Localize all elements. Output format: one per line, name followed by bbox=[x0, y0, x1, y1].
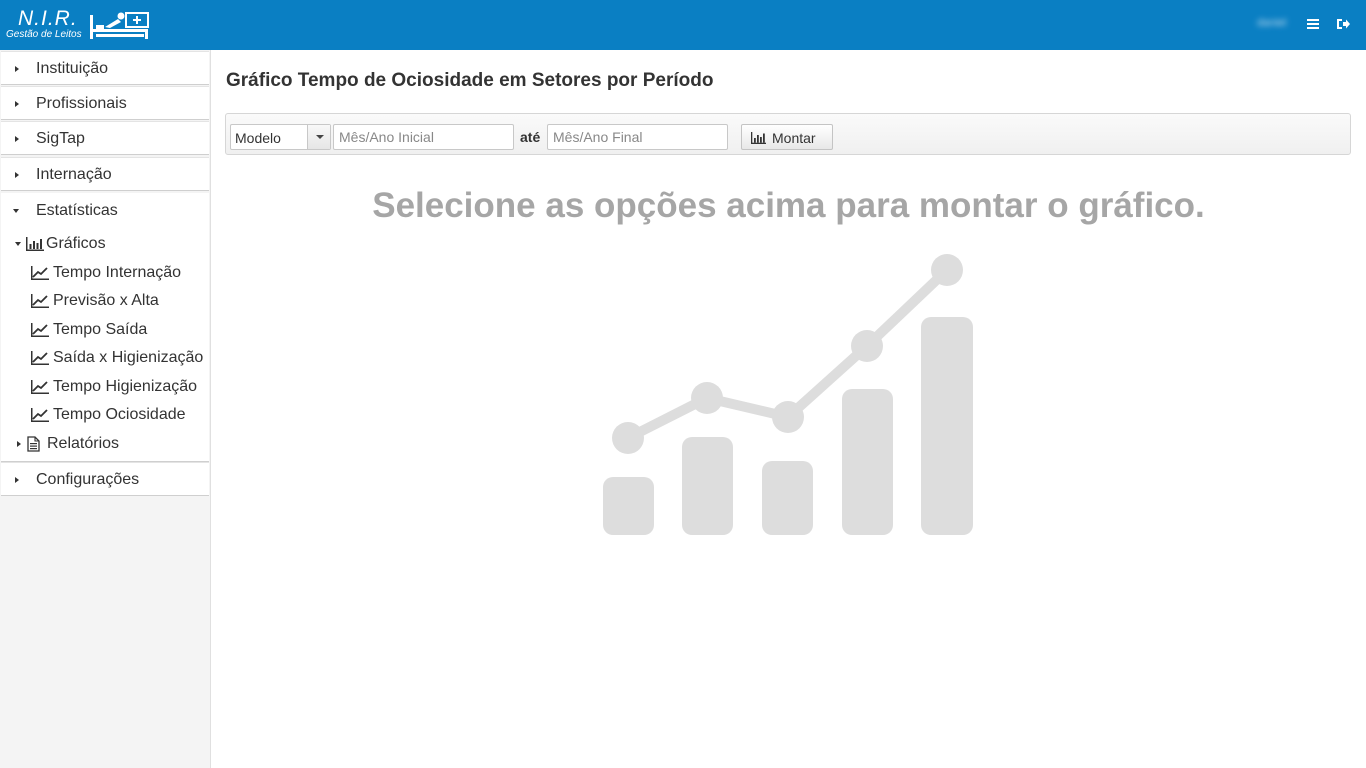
page-title: Gráfico Tempo de Ociosidade em Setores p… bbox=[226, 70, 714, 91]
illustration-point bbox=[931, 254, 963, 286]
illustration-point bbox=[691, 382, 723, 414]
caret-down-icon bbox=[13, 209, 19, 213]
select-dropdown-button[interactable] bbox=[307, 125, 330, 149]
sidebar-group-estatisticas: Estatísticas Gráficos Tempo Internação P… bbox=[1, 193, 209, 462]
brand-name: N.I.R. bbox=[18, 7, 78, 30]
filter-toolbar: Modelo até Montar bbox=[225, 113, 1351, 155]
caret-right-icon bbox=[15, 66, 19, 72]
illustration-point bbox=[612, 422, 644, 454]
sidebar-item-label: Tempo Saída bbox=[53, 321, 148, 338]
bar-chart-icon bbox=[751, 132, 766, 144]
sidebar-item-tempo-ociosidade[interactable]: Tempo Ociosidade bbox=[30, 404, 205, 426]
line-chart-icon bbox=[31, 323, 49, 337]
sidebar-item-profissionais[interactable]: Profissionais bbox=[1, 86, 209, 120]
sidebar-item-estatisticas[interactable]: Estatísticas bbox=[1, 200, 209, 222]
caret-down-icon bbox=[15, 242, 21, 246]
sidebar: Instituição Profissionais SigTap Interna… bbox=[0, 50, 211, 768]
line-chart-icon bbox=[31, 408, 49, 422]
sidebar-item-label: SigTap bbox=[36, 130, 85, 147]
line-chart-icon bbox=[31, 380, 49, 394]
date-range-separator: até bbox=[520, 129, 541, 145]
sidebar-item-label: Profissionais bbox=[36, 95, 127, 112]
caret-right-icon bbox=[15, 136, 19, 142]
sidebar-item-label: Tempo Higienização bbox=[53, 378, 198, 395]
model-select-value: Modelo bbox=[235, 130, 281, 146]
hamburger-icon[interactable] bbox=[1305, 16, 1321, 32]
illustration-bar bbox=[762, 461, 813, 535]
sidebar-item-label: Estatísticas bbox=[36, 202, 118, 219]
model-select[interactable]: Modelo bbox=[230, 124, 331, 150]
illustration-bar bbox=[921, 317, 973, 535]
end-month-year-input[interactable] bbox=[547, 124, 728, 150]
caret-right-icon bbox=[15, 101, 19, 107]
caret-right-icon bbox=[15, 477, 19, 483]
chart-placeholder-icon bbox=[603, 254, 973, 535]
sidebar-item-tempo-saida[interactable]: Tempo Saída bbox=[30, 319, 205, 341]
sidebar-item-tempo-internacao[interactable]: Tempo Internação bbox=[30, 262, 205, 284]
sidebar-item-label: Tempo Ociosidade bbox=[53, 406, 186, 423]
line-chart-icon bbox=[31, 351, 49, 365]
sidebar-item-tempo-higienizacao[interactable]: Tempo Higienização bbox=[30, 376, 205, 398]
line-chart-icon bbox=[31, 294, 49, 308]
line-chart-icon bbox=[31, 266, 49, 280]
sidebar-item-saida-higienizacao[interactable]: Saída x Higienização bbox=[30, 347, 205, 369]
brand-logo[interactable]: N.I.R. Gestão de Leitos bbox=[6, 7, 156, 43]
build-chart-button-label: Montar bbox=[772, 130, 816, 146]
illustration-point bbox=[851, 330, 883, 362]
caret-right-icon bbox=[17, 441, 21, 447]
chevron-down-icon bbox=[316, 135, 324, 139]
sidebar-item-label: Saída x Higienização bbox=[53, 349, 204, 366]
illustration-bar bbox=[603, 477, 654, 535]
sidebar-item-label: Previsão x Alta bbox=[53, 292, 159, 309]
sidebar-item-previsao-alta[interactable]: Previsão x Alta bbox=[30, 290, 205, 312]
start-month-year-input[interactable] bbox=[333, 124, 514, 150]
sidebar-item-instituicao[interactable]: Instituição bbox=[1, 51, 209, 85]
sidebar-item-label: Instituição bbox=[36, 60, 109, 77]
sidebar-item-relatorios[interactable]: Relatórios bbox=[13, 433, 203, 455]
illustration-bar bbox=[682, 437, 733, 535]
logout-icon[interactable] bbox=[1335, 16, 1351, 32]
hospital-bed-icon bbox=[90, 12, 149, 39]
user-name[interactable]: daniel bbox=[1257, 17, 1293, 31]
sidebar-item-label: Relatórios bbox=[47, 435, 120, 452]
sidebar-item-label: Tempo Internação bbox=[53, 264, 182, 281]
sidebar-item-internacao[interactable]: Internação bbox=[1, 157, 209, 191]
sidebar-item-configuracoes[interactable]: Configurações bbox=[1, 462, 209, 496]
illustration-point bbox=[772, 401, 804, 433]
brand-subtitle: Gestão de Leitos bbox=[6, 29, 82, 40]
empty-state-message: Selecione as opções acima para montar o … bbox=[372, 186, 1205, 225]
sidebar-item-label: Gráficos bbox=[46, 235, 106, 252]
bar-chart-icon bbox=[26, 237, 44, 251]
build-chart-button[interactable]: Montar bbox=[741, 124, 833, 150]
caret-right-icon bbox=[15, 172, 19, 178]
sidebar-item-label: Configurações bbox=[36, 471, 140, 488]
sidebar-item-label: Internação bbox=[36, 166, 112, 183]
illustration-bar bbox=[842, 389, 893, 535]
top-navbar: N.I.R. Gestão de Leitos daniel bbox=[0, 0, 1366, 50]
sidebar-item-graficos[interactable]: Gráficos bbox=[13, 233, 203, 255]
document-icon bbox=[27, 436, 40, 452]
sidebar-item-sigtap[interactable]: SigTap bbox=[1, 121, 209, 155]
